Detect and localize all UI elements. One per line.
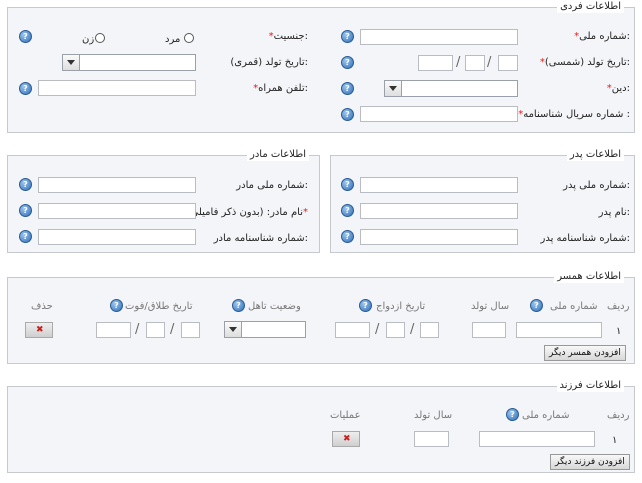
mother-name-input[interactable] — [38, 203, 196, 219]
spouse-marriage-year-input[interactable] — [335, 322, 370, 338]
spouse-info-legend: اطلاعات همسر — [554, 271, 624, 283]
father-name-input[interactable] — [360, 203, 518, 219]
father-national-id-help-icon[interactable]: ? — [341, 178, 354, 191]
children-header-birth-year: سال تولد — [414, 410, 453, 421]
birth-day-input[interactable] — [498, 55, 518, 71]
male-radio[interactable] — [184, 33, 194, 43]
children-info-section: اطلاعات فرزند — [7, 380, 635, 473]
mother-name-help-icon[interactable]: ? — [19, 204, 32, 217]
spouse-marital-status-select[interactable] — [224, 321, 306, 338]
children-national-id-help-icon[interactable]: ? — [506, 408, 519, 421]
spouse-header-marriage-date: تاریخ ازدواج — [376, 301, 426, 312]
children-header-operations: عملیات — [330, 410, 361, 421]
spouse-info-section: اطلاعات همسر — [7, 271, 635, 364]
female-radio[interactable] — [95, 33, 105, 43]
chevron-down-icon[interactable] — [63, 55, 80, 70]
spouse-header-delete: حذف — [31, 301, 53, 312]
mother-cert-input[interactable] — [38, 229, 196, 245]
father-name-label: نام پدر: — [598, 207, 630, 218]
father-cert-label: شماره شناسنامه پدر: — [540, 233, 630, 244]
spouse-header-national-id: شماره ملی — [550, 301, 598, 312]
gender-label: *جنسیت: — [268, 31, 308, 42]
father-info-legend: اطلاعات پدر — [566, 149, 624, 161]
father-national-id-input[interactable] — [360, 177, 518, 193]
child-delete-button[interactable]: ✖ — [332, 431, 360, 447]
male-label: مرد — [165, 34, 181, 45]
birth-date-lunar-select[interactable] — [62, 54, 196, 71]
mobile-help-icon[interactable]: ? — [19, 82, 32, 95]
add-child-button[interactable]: افزودن فرزند دیگر — [550, 454, 630, 470]
child-national-id-input[interactable] — [479, 431, 595, 447]
children-header-national-id: شماره ملی — [522, 410, 570, 421]
children-header-row: ردیف — [607, 410, 630, 421]
mother-national-id-input[interactable] — [38, 177, 196, 193]
father-name-help-icon[interactable]: ? — [341, 204, 354, 217]
mobile-input[interactable] — [38, 80, 196, 96]
mother-info-legend: اطلاعات مادر — [247, 149, 309, 161]
mother-national-id-label: شماره ملی مادر: — [236, 180, 308, 191]
date-separator: / — [170, 322, 175, 337]
father-national-id-label: شماره ملی پدر: — [563, 180, 630, 191]
add-spouse-button[interactable]: افزودن همسر دیگر — [544, 345, 626, 361]
spouse-header-marital-status: وضعیت تاهل — [248, 301, 301, 312]
children-row-number: ۱ — [612, 435, 618, 446]
spouse-delete-button[interactable]: ✖ — [25, 322, 53, 338]
cert-serial-help-icon[interactable]: ? — [341, 108, 354, 121]
national-id-help-icon[interactable]: ? — [341, 30, 354, 43]
birth-year-input[interactable] — [418, 55, 453, 71]
spouse-birth-year-input[interactable] — [472, 322, 506, 338]
religion-help-icon[interactable]: ? — [341, 82, 354, 95]
birth-month-input[interactable] — [465, 55, 485, 71]
female-label: زن — [82, 34, 95, 45]
religion-label: *دین: — [606, 83, 630, 94]
delete-x-icon: ✖ — [343, 434, 351, 444]
children-info-legend: اطلاعات فرزند — [556, 380, 624, 392]
date-separator: / — [135, 322, 140, 337]
spouse-divorce-date-help-icon[interactable]: ? — [110, 299, 123, 312]
mother-cert-label: شماره شناسنامه مادر: — [213, 233, 308, 244]
spouse-header-row: ردیف — [607, 301, 630, 312]
birth-date-help-icon[interactable]: ? — [341, 56, 354, 69]
mobile-label: *تلفن همراه: — [253, 83, 308, 94]
spouse-national-id-help-icon[interactable]: ? — [530, 299, 543, 312]
spouse-header-birth-year: سال تولد — [471, 301, 510, 312]
mother-name-label: نام مادر: (بدون ذکر فامیلی)* — [186, 207, 308, 218]
spouse-marital-status-help-icon[interactable]: ? — [232, 299, 245, 312]
birth-date-lunar-label: تاریخ تولد (قمری): — [230, 57, 308, 68]
spouse-divorce-month-input[interactable] — [146, 322, 165, 338]
cert-serial-label: *شماره سریال شناسنامه : — [518, 109, 630, 120]
religion-select[interactable] — [384, 80, 518, 97]
spouse-header-divorce-date: تاریخ طلاق/فوت — [125, 301, 193, 312]
chevron-down-icon[interactable] — [385, 81, 402, 96]
child-birth-year-input[interactable] — [414, 431, 449, 447]
spouse-row-number: ۱ — [616, 326, 622, 337]
spouse-marriage-date-help-icon[interactable]: ? — [359, 299, 372, 312]
spouse-divorce-year-input[interactable] — [96, 322, 131, 338]
date-separator: / — [375, 322, 380, 337]
mother-cert-help-icon[interactable]: ? — [19, 230, 32, 243]
chevron-down-icon[interactable] — [225, 322, 242, 337]
father-cert-help-icon[interactable]: ? — [341, 230, 354, 243]
personal-info-legend: اطلاعات فردی — [557, 1, 624, 13]
spouse-divorce-day-input[interactable] — [181, 322, 200, 338]
spouse-marriage-day-input[interactable] — [420, 322, 439, 338]
cert-serial-input[interactable] — [360, 106, 518, 122]
national-id-label: *شماره ملی: — [574, 31, 630, 42]
gender-help-icon[interactable]: ? — [19, 30, 32, 43]
spouse-marriage-month-input[interactable] — [386, 322, 405, 338]
date-separator: / — [487, 55, 492, 70]
date-separator: / — [456, 55, 461, 70]
birth-date-solar-label: *تاریخ تولد (شمسی): — [539, 57, 630, 68]
national-id-input[interactable] — [360, 29, 518, 45]
delete-x-icon: ✖ — [36, 325, 44, 335]
father-cert-input[interactable] — [360, 229, 518, 245]
spouse-national-id-input[interactable] — [516, 322, 602, 338]
date-separator: / — [410, 322, 415, 337]
mother-national-id-help-icon[interactable]: ? — [19, 178, 32, 191]
